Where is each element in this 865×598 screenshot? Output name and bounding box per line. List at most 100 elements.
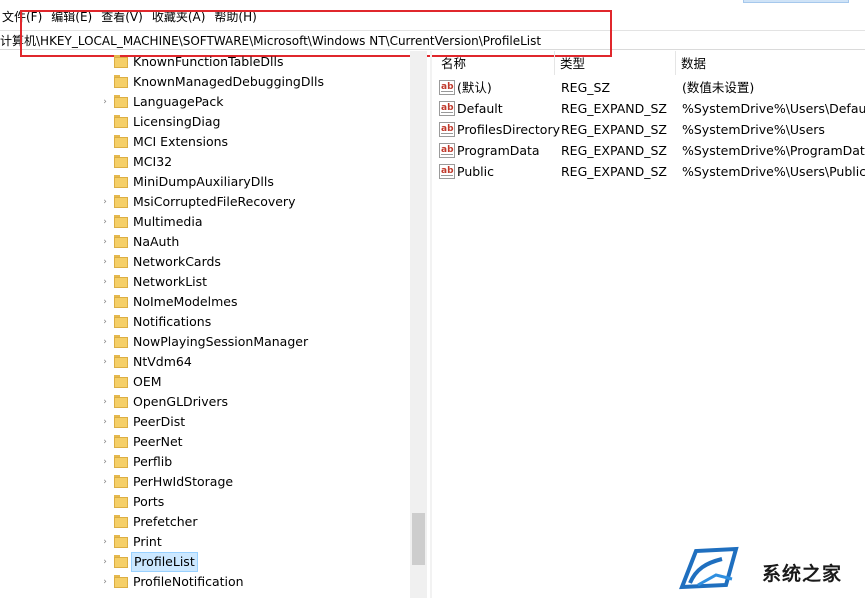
tree-item-label: NtVdm64 bbox=[133, 354, 192, 369]
value-type-cell: REG_EXPAND_SZ bbox=[561, 122, 667, 137]
expand-arrow-icon[interactable]: › bbox=[100, 477, 110, 487]
expand-arrow-icon[interactable]: › bbox=[100, 297, 110, 307]
tree-scrollbar-thumb[interactable] bbox=[412, 513, 425, 565]
menu-file[interactable]: 文件(F) bbox=[0, 7, 49, 27]
tree-item[interactable]: MCI Extensions bbox=[0, 132, 410, 152]
folder-icon bbox=[114, 535, 128, 548]
tree-item[interactable]: › Notifications bbox=[0, 312, 410, 332]
value-type-cell: REG_SZ bbox=[561, 80, 611, 95]
tree-item[interactable]: › Perflib bbox=[0, 452, 410, 472]
expand-arrow-icon[interactable]: › bbox=[100, 317, 110, 327]
tree-item[interactable]: › MsiCorruptedFileRecovery bbox=[0, 192, 410, 212]
tree-item[interactable]: › Print bbox=[0, 532, 410, 552]
menu-help[interactable]: 帮助(H) bbox=[212, 7, 263, 27]
tree-item[interactable]: › LanguagePack bbox=[0, 92, 410, 112]
tree-item[interactable]: › ProfileNotification bbox=[0, 572, 410, 592]
tree-item-label: ProfileList bbox=[131, 552, 198, 572]
value-data-cell: %SystemDrive%\Users bbox=[682, 122, 825, 137]
tree-item[interactable]: › PerHwIdStorage bbox=[0, 472, 410, 492]
expand-arrow-icon[interactable]: › bbox=[100, 437, 110, 447]
tree-item[interactable]: › OpenGLDrivers bbox=[0, 392, 410, 412]
tree-item[interactable]: KnownFunctionTableDlls bbox=[0, 52, 410, 72]
tree-item-label: Multimedia bbox=[133, 214, 203, 229]
tree-item[interactable]: LicensingDiag bbox=[0, 112, 410, 132]
menu-favorites[interactable]: 收藏夹(A) bbox=[150, 7, 213, 27]
tree-item[interactable]: › ProfileList bbox=[0, 552, 410, 572]
menu-edit[interactable]: 编辑(E) bbox=[49, 7, 99, 27]
value-row[interactable]: ab ProgramData REG_EXPAND_SZ %SystemDrive%\… bbox=[433, 140, 865, 161]
column-header-name[interactable]: 名称 bbox=[441, 55, 466, 73]
expand-arrow-icon[interactable]: › bbox=[100, 557, 110, 567]
tree-item[interactable]: OEM bbox=[0, 372, 410, 392]
column-divider[interactable] bbox=[554, 51, 555, 75]
expand-arrow-icon[interactable]: › bbox=[100, 337, 110, 347]
expand-arrow-icon[interactable]: › bbox=[100, 197, 110, 207]
folder-icon bbox=[114, 315, 128, 328]
tree-item[interactable]: KnownManagedDebuggingDlls bbox=[0, 72, 410, 92]
expand-arrow-icon[interactable]: › bbox=[100, 277, 110, 287]
values-list: 名称 类型 数据 ab (默认) REG_SZ (数值未设置) ab Default REG… bbox=[433, 51, 865, 598]
tree-item[interactable]: › PeerDist bbox=[0, 412, 410, 432]
top-window-button[interactable] bbox=[743, 0, 849, 3]
tree-item[interactable]: MiniDumpAuxiliaryDlls bbox=[0, 172, 410, 192]
expand-arrow-icon[interactable]: › bbox=[100, 237, 110, 247]
tree-item-label: Ports bbox=[133, 494, 165, 509]
expand-arrow-icon[interactable]: › bbox=[100, 577, 110, 587]
string-value-icon: ab bbox=[439, 101, 455, 116]
value-type-cell: REG_EXPAND_SZ bbox=[561, 143, 667, 158]
address-bar[interactable]: 计算机\HKEY_LOCAL_MACHINE\SOFTWARE\Microsof… bbox=[0, 30, 865, 50]
tree-item-label: KnownManagedDebuggingDlls bbox=[133, 74, 324, 89]
tree-item[interactable]: › NetworkList bbox=[0, 272, 410, 292]
column-header-data[interactable]: 数据 bbox=[681, 55, 706, 73]
folder-icon bbox=[114, 135, 128, 148]
tree-item-label: NetworkCards bbox=[133, 254, 221, 269]
value-name-cell: (默认) bbox=[457, 80, 492, 95]
expand-arrow-icon[interactable]: › bbox=[100, 217, 110, 227]
value-row[interactable]: ab Public REG_EXPAND_SZ %SystemDrive%\Users… bbox=[433, 161, 865, 182]
tree-item[interactable]: Ports bbox=[0, 492, 410, 512]
tree-item[interactable]: › Multimedia bbox=[0, 212, 410, 232]
value-name-cell: ProgramData bbox=[457, 143, 540, 158]
folder-icon bbox=[114, 235, 128, 248]
value-row[interactable]: ab Default REG_EXPAND_SZ %SystemDrive%\User… bbox=[433, 98, 865, 119]
folder-icon bbox=[114, 475, 128, 488]
tree-item-label: MCI Extensions bbox=[133, 134, 229, 149]
tree-item[interactable]: Prefetcher bbox=[0, 512, 410, 532]
address-path[interactable]: 计算机\HKEY_LOCAL_MACHINE\SOFTWARE\Microsof… bbox=[0, 32, 541, 49]
tree-item-label: PeerNet bbox=[133, 434, 183, 449]
expand-arrow-icon[interactable]: › bbox=[100, 357, 110, 367]
string-value-icon: ab bbox=[439, 122, 455, 137]
value-data-cell: %SystemDrive%\Users\Public bbox=[682, 164, 865, 179]
tree-item[interactable]: › PeerNet bbox=[0, 432, 410, 452]
value-data-cell: %SystemDrive%\ProgramData bbox=[682, 143, 865, 158]
folder-icon bbox=[114, 295, 128, 308]
tree-item[interactable]: › NowPlayingSessionManager bbox=[0, 332, 410, 352]
pane-splitter[interactable] bbox=[430, 51, 432, 598]
value-row[interactable]: ab (默认) REG_SZ (数值未设置) bbox=[433, 77, 865, 98]
menu-view[interactable]: 查看(V) bbox=[99, 7, 150, 27]
expand-arrow-icon[interactable]: › bbox=[100, 537, 110, 547]
folder-icon bbox=[114, 435, 128, 448]
tree-scrollbar[interactable] bbox=[410, 51, 427, 598]
tree-item[interactable]: MCI32 bbox=[0, 152, 410, 172]
column-divider[interactable] bbox=[675, 51, 676, 75]
tree-item[interactable]: › NetworkCards bbox=[0, 252, 410, 272]
watermark-text: 系统之家 bbox=[762, 563, 843, 585]
tree-item-label: Prefetcher bbox=[133, 514, 198, 529]
tree-item[interactable]: › NtVdm64 bbox=[0, 352, 410, 372]
column-header-type[interactable]: 类型 bbox=[560, 55, 585, 73]
expand-arrow-icon[interactable]: › bbox=[100, 257, 110, 267]
value-row[interactable]: ab ProfilesDirectory REG_EXPAND_SZ %SystemD… bbox=[433, 119, 865, 140]
value-name-cell: Default bbox=[457, 101, 503, 116]
expand-arrow-icon[interactable]: › bbox=[100, 417, 110, 427]
folder-icon bbox=[114, 255, 128, 268]
tree-item-label: LanguagePack bbox=[133, 94, 224, 109]
folder-icon bbox=[114, 95, 128, 108]
tree-item[interactable]: › NaAuth bbox=[0, 232, 410, 252]
folder-icon bbox=[114, 555, 128, 568]
expand-arrow-icon[interactable]: › bbox=[100, 457, 110, 467]
expand-arrow-icon[interactable]: › bbox=[100, 97, 110, 107]
tree-item[interactable]: › NoImeModelmes bbox=[0, 292, 410, 312]
expand-arrow-icon[interactable]: › bbox=[100, 397, 110, 407]
tree-item-label: OEM bbox=[133, 374, 162, 389]
